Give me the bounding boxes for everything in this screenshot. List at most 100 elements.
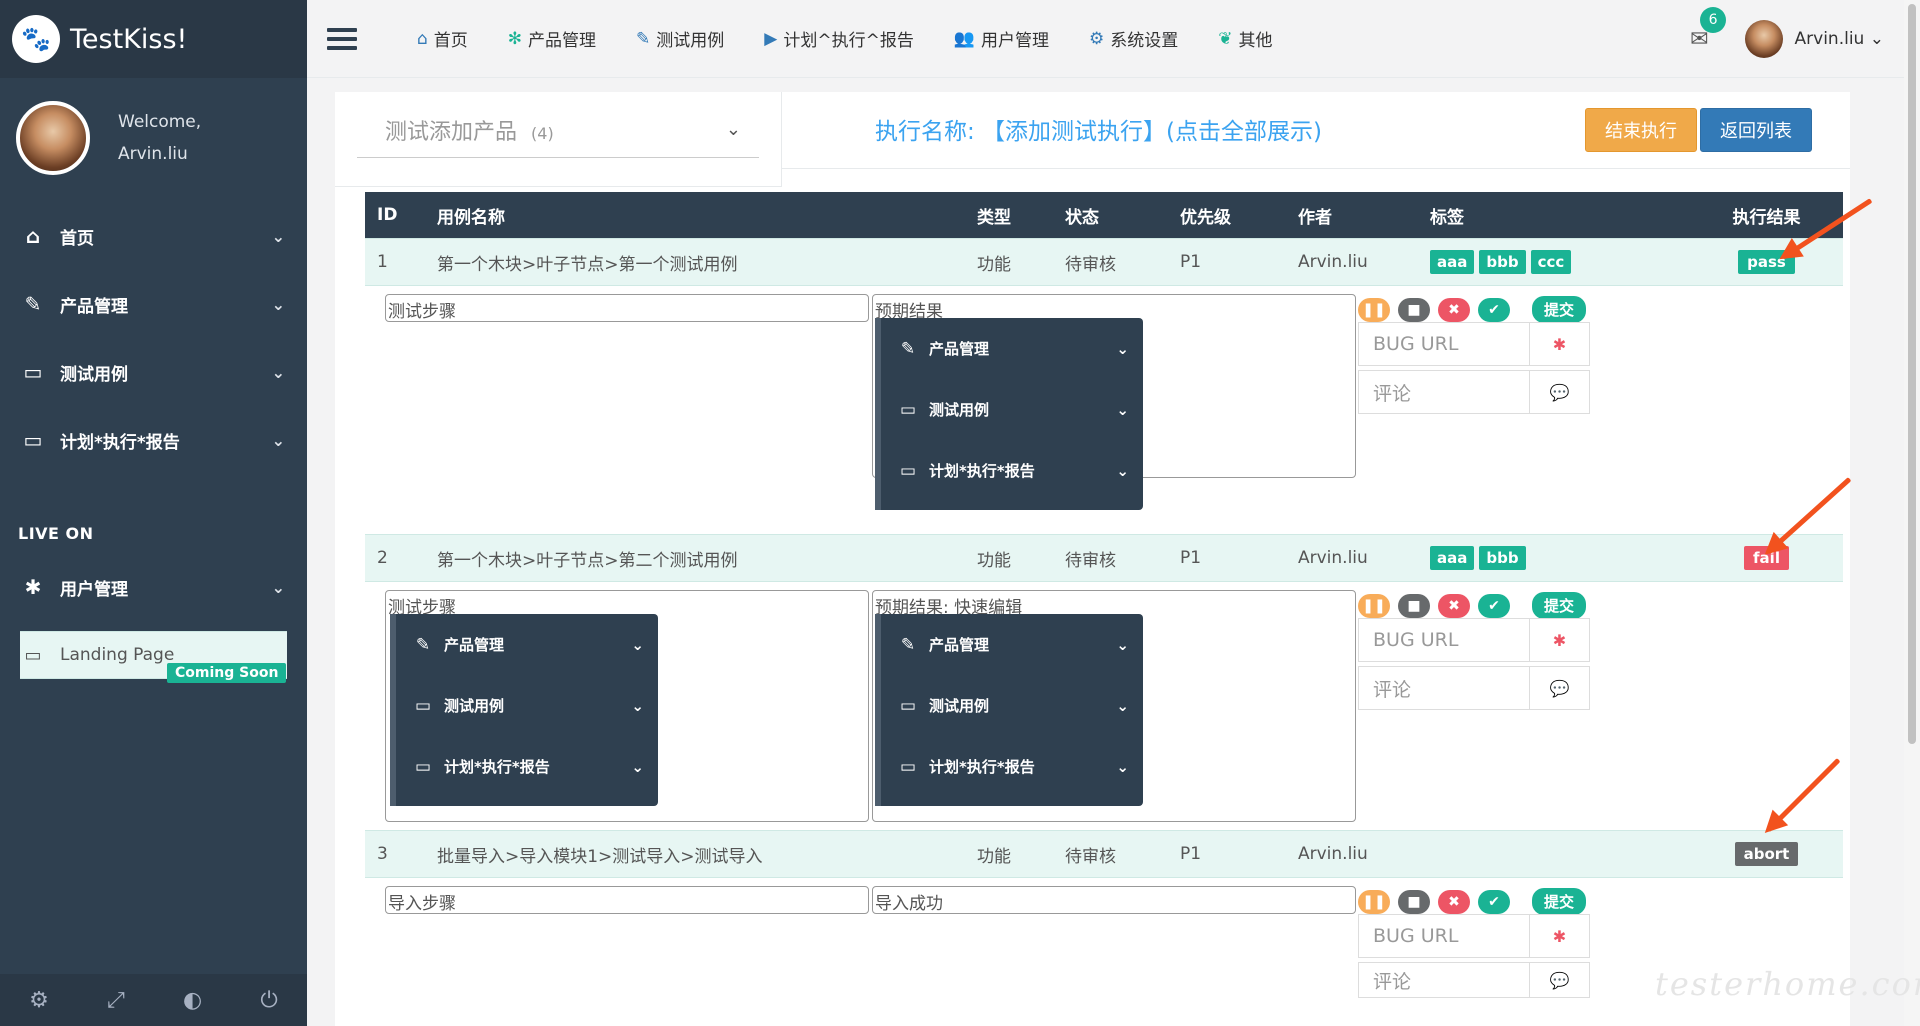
user-menu[interactable]: Arvin.liu ⌄ [1795,29,1884,49]
stop-button[interactable]: ■ [1398,297,1430,322]
mail-icon[interactable]: ✉ 6 [1690,6,1727,52]
row-name: 批量导入>导入模块1>测试导入>测试导入 [437,846,763,867]
chevron-down-icon: ⌄ [1116,757,1129,776]
chevron-down-icon: ⌄ [725,119,741,140]
chevron-down-icon: ⌄ [271,577,285,597]
steps-box[interactable]: 导入步骤 [385,886,869,914]
table-row[interactable]: 1 第一个木块>叶子节点>第一个测试用例 功能 待审核 P1 Arvin.liu… [365,238,1843,286]
bug-icon[interactable]: ✱ [1529,618,1589,662]
bug-url-field[interactable]: BUG URL ✱ [1358,618,1590,662]
monitor-icon: ▭ [414,695,432,716]
tag-badge: aaa [1430,546,1475,570]
sidebar-item-users[interactable]: ✱ 用户管理 ⌄ [0,553,307,621]
menu-toggle-icon[interactable] [327,23,357,55]
row-detail: 测试步骤 ✎ 产品管理 ⌄ ▭ 测试用例 ⌄ ▭ 计划*执行*报告 ⌄ 预期结果: 快速编辑… [365,582,1843,830]
comment-field[interactable]: 评论 💬 [1358,666,1590,710]
row-tags: aaa bbb [1430,546,1690,570]
sidebar-item-plans[interactable]: ▭ 计划*执行*报告 ⌄ [0,406,307,474]
steps-box[interactable]: 测试步骤 [385,294,869,322]
menu-item-testcases[interactable]: ▭ 测试用例 ⌄ [881,379,1143,440]
avatar[interactable] [1744,20,1783,58]
paw-logo-icon: 🐾 [12,15,60,63]
product-name: 测试添加产品 [385,119,518,145]
pass-button[interactable]: ✔ [1478,889,1510,914]
execution-table: ID 用例名称 类型 状态 优先级 作者 标签 执行结果 1 第一个木块>叶子节… [365,192,1843,998]
menu-item-products[interactable]: ✎ 产品管理 ⌄ [881,614,1143,675]
bug-icon[interactable]: ✱ [1529,914,1589,958]
result-controls: ❚❚ ■ ✖ ✔ 提交 [1358,296,1587,323]
fullscreen-icon[interactable]: ⤢ [107,988,125,1013]
comment-icon[interactable]: 💬 [1529,962,1589,998]
product-select[interactable]: 测试添加产品 (4) ⌄ [357,102,759,158]
cogs-icon: ⚙ [1089,28,1105,49]
live-nav: ✱ 用户管理 ⌄ [0,553,307,621]
leaf-icon: ❦ [1218,28,1233,49]
menu-item-testcases[interactable]: ▭ 测试用例 ⌄ [396,675,658,736]
sidebar-item-testcases[interactable]: ▭ 测试用例 ⌄ [0,338,307,406]
table-row[interactable]: 3 批量导入>导入模块1>测试导入>测试导入 功能 待审核 P1 Arvin.l… [365,830,1843,878]
eye-slash-icon[interactable]: ◐ [183,988,202,1013]
end-execution-button[interactable]: 结束执行 [1585,108,1697,152]
topnav-plans[interactable]: ▶ 计划^执行^报告 [764,26,914,52]
submit-button[interactable]: 提交 [1532,888,1587,915]
stop-button[interactable]: ■ [1398,593,1430,618]
pause-button[interactable]: ❚❚ [1358,889,1390,914]
fail-button[interactable]: ✖ [1438,593,1470,618]
comment-icon[interactable]: 💬 [1529,370,1589,414]
row-type: 功能 [977,550,1011,571]
pause-button[interactable]: ❚❚ [1358,297,1390,322]
comment-placeholder: 评论 [1373,382,1412,405]
row-result: abort [1690,842,1843,866]
back-to-list-button[interactable]: 返回列表 [1700,108,1812,152]
scrollbar[interactable] [1904,0,1920,1026]
menu-label: 产品管理 [929,636,990,654]
sidebar-item-home[interactable]: ⌂ 首页 ⌄ [0,202,307,270]
gear-icon[interactable]: ⚙ [29,988,49,1013]
topnav-home[interactable]: ⌂ 首页 [417,26,468,52]
scrollbar-thumb[interactable] [1908,4,1916,744]
col-header: 状态 [1065,207,1099,228]
expected-box[interactable]: 导入成功 [872,886,1356,914]
menu-item-products[interactable]: ✎ 产品管理 ⌄ [396,614,658,675]
menu-item-testcases[interactable]: ▭ 测试用例 ⌄ [881,675,1143,736]
menu-item-plans[interactable]: ▭ 计划*执行*报告 ⌄ [881,440,1143,501]
topnav-products[interactable]: ✻ 产品管理 [508,26,596,52]
row-type: 功能 [977,254,1011,275]
tag-badge: aaa [1430,250,1475,274]
power-icon[interactable]: ⏻ [260,988,277,1013]
topnav-users[interactable]: 👥 用户管理 [954,26,1049,52]
monitor-icon: ▭ [23,428,43,452]
menu-item-plans[interactable]: ▭ 计划*执行*报告 ⌄ [396,736,658,797]
pass-button[interactable]: ✔ [1478,593,1510,618]
table-row[interactable]: 2 第一个木块>叶子节点>第二个测试用例 功能 待审核 P1 Arvin.liu… [365,534,1843,582]
home-icon: ⌂ [25,224,41,248]
submit-button[interactable]: 提交 [1532,592,1587,619]
comment-field[interactable]: 评论 💬 [1358,370,1590,414]
bug-icon[interactable]: ✱ [1529,322,1589,366]
bug-url-field[interactable]: BUG URL ✱ [1358,914,1590,958]
topnav-other[interactable]: ❦ 其他 [1218,26,1272,52]
bug-url-field[interactable]: BUG URL ✱ [1358,322,1590,366]
execution-title[interactable]: 执行名称: 【添加测试执行】(点击全部展示) [875,112,1322,146]
submit-button[interactable]: 提交 [1532,296,1587,323]
row-detail: 导入步骤 导入成功 ❚❚ ■ ✖ ✔ 提交 BUG URL ✱ 评论 💬 [365,878,1843,998]
brand[interactable]: 🐾 TestKiss! [0,0,307,78]
topnav-testcases[interactable]: ✎ 测试用例 [636,26,724,52]
topnav-settings[interactable]: ⚙ 系统设置 [1089,26,1178,52]
comment-field[interactable]: 评论 💬 [1358,962,1590,998]
comment-icon[interactable]: 💬 [1529,666,1589,710]
col-header: 优先级 [1180,207,1231,228]
pause-button[interactable]: ❚❚ [1358,593,1390,618]
sidebar-item-landing[interactable]: ▭ Landing Page Coming Soon [0,621,307,691]
username: Arvin.liu [1794,29,1865,49]
sidebar-item-products[interactable]: ✎ 产品管理 ⌄ [0,270,307,338]
fail-button[interactable]: ✖ [1438,889,1470,914]
welcome-label: Welcome, [118,112,202,132]
fail-button[interactable]: ✖ [1438,297,1470,322]
row-author: Arvin.liu [1298,252,1368,272]
stop-button[interactable]: ■ [1398,889,1430,914]
menu-item-products[interactable]: ✎ 产品管理 ⌄ [881,318,1143,379]
pass-button[interactable]: ✔ [1478,297,1510,322]
menu-item-plans[interactable]: ▭ 计划*执行*报告 ⌄ [881,736,1143,797]
avatar[interactable] [16,101,90,175]
